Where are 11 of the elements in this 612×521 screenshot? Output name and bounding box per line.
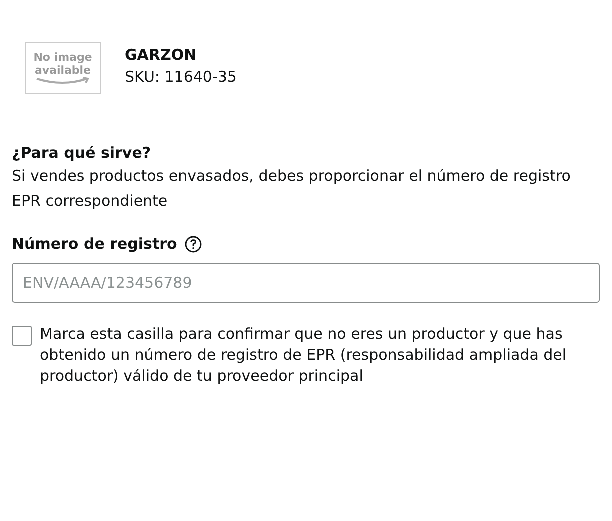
registration-number-field[interactable]: ENV/AAAA/123456789 [12,263,600,303]
section-title: ¿Para qué sirve? [12,143,152,164]
checkbox-label: Marca esta casilla para confirmar que no eres un productor y que has obtenido un número de registro de EPR (responsabilidad ampliada del productor) válido de tu proveedor principal [40,324,568,387]
help-text: Si vendes productos envasados, debes proporcionar el número de registro EPR correspondiente [12,166,572,212]
help-icon[interactable] [185,236,202,252]
field-label: Número de registro [12,234,178,255]
checkbox[interactable] [12,326,32,346]
smile-icon [35,77,91,85]
product-sku: SKU: 11640-35 [125,67,237,88]
placeholder-text: No image available [33,51,93,77]
product-name: GARZON [125,45,198,66]
